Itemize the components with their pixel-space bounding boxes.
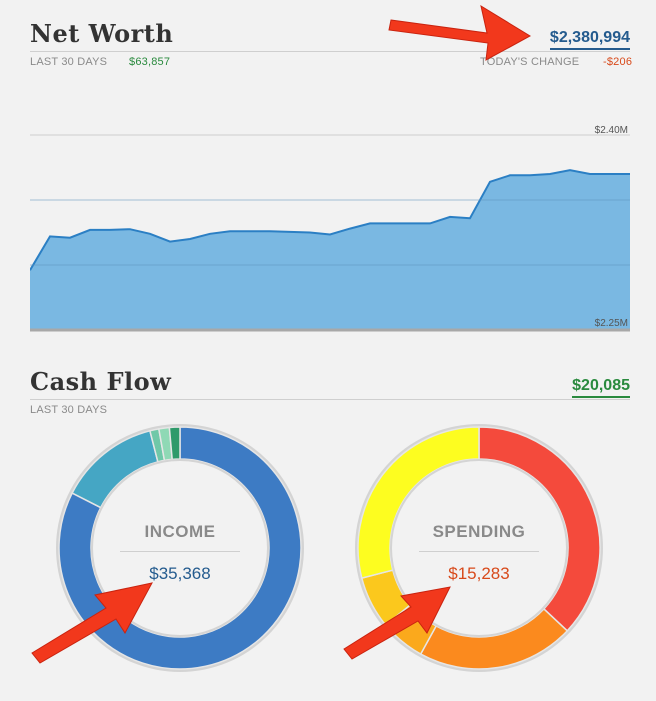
arrow-spending-annotation bbox=[343, 586, 451, 660]
net-worth-point-26 bbox=[548, 172, 552, 176]
net-worth-point-10 bbox=[228, 229, 232, 233]
net-worth-point-17 bbox=[368, 221, 372, 225]
net-worth-title: Net Worth bbox=[30, 19, 174, 48]
net-worth-point-25 bbox=[528, 173, 532, 177]
cash-flow-period-label: LAST 30 DAYS bbox=[30, 404, 108, 416]
net-worth-point-5 bbox=[128, 227, 132, 231]
net-worth-point-7 bbox=[168, 240, 172, 244]
todays-change-value: -$206 bbox=[603, 56, 633, 68]
net-worth-area bbox=[30, 170, 630, 330]
net-worth-point-1 bbox=[48, 234, 52, 238]
arrow-net-worth-annotation bbox=[388, 4, 531, 61]
spending-label: SPENDING bbox=[432, 522, 526, 541]
net-worth-point-11 bbox=[248, 229, 252, 233]
net-worth-point-29 bbox=[608, 172, 612, 176]
cash-flow-total[interactable]: $20,085 bbox=[572, 377, 630, 398]
net-worth-point-2 bbox=[68, 236, 72, 240]
net-worth-point-16 bbox=[348, 227, 352, 231]
net-worth-point-18 bbox=[388, 221, 392, 225]
net-worth-chart-svg bbox=[29, 134, 630, 332]
net-worth-point-9 bbox=[208, 232, 212, 236]
net-worth-point-14 bbox=[308, 231, 312, 235]
net-worth-point-24 bbox=[508, 173, 512, 177]
y-tick-label-bottom: $2.25M bbox=[594, 318, 628, 329]
net-worth-point-4 bbox=[108, 228, 112, 232]
net-worth-point-20 bbox=[428, 221, 432, 225]
net-worth-point-3 bbox=[88, 228, 92, 232]
income-label: INCOME bbox=[144, 522, 216, 541]
net-worth-point-19 bbox=[408, 221, 412, 225]
net-worth-point-8 bbox=[188, 237, 192, 241]
net-worth-point-23 bbox=[488, 180, 492, 184]
net-worth-point-13 bbox=[288, 230, 292, 234]
net-worth-point-6 bbox=[148, 232, 152, 236]
net-worth-point-22 bbox=[468, 216, 472, 220]
y-tick-label-top: $2.40M bbox=[594, 125, 628, 136]
spending-divider bbox=[419, 551, 539, 552]
net-worth-point-15 bbox=[328, 232, 332, 236]
net-worth-point-21 bbox=[448, 215, 452, 219]
income-divider bbox=[120, 551, 240, 552]
net-worth-period-label: LAST 30 DAYS bbox=[30, 56, 108, 68]
net-worth-total[interactable]: $2,380,994 bbox=[549, 29, 630, 50]
net-worth-rule bbox=[30, 51, 630, 52]
net-worth-point-12 bbox=[268, 229, 272, 233]
net-worth-period-change: $63,857 bbox=[129, 56, 171, 68]
arrow-income-annotation bbox=[31, 582, 153, 664]
net-worth-point-27 bbox=[568, 168, 572, 172]
cash-flow-title: Cash Flow bbox=[30, 367, 172, 396]
cash-flow-rule bbox=[30, 399, 630, 400]
spending-value: $15,283 bbox=[448, 564, 510, 583]
net-worth-chart[interactable]: $2.40M $2.25M bbox=[29, 125, 630, 332]
net-worth-point-28 bbox=[588, 172, 592, 176]
